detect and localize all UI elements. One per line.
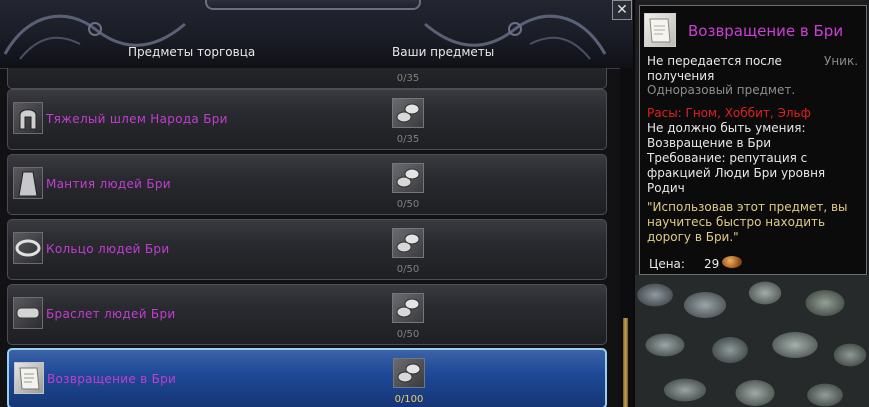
tooltip-title: Возвращение в Бри [688,22,844,40]
scroll-icon [14,362,44,394]
item-name: Тяжелый шлем Народа Бри [46,112,228,126]
list-item[interactable]: Браслет людей Бри 0/50 [7,284,607,345]
item-name: Браслет людей Бри [46,307,176,321]
scroll-icon [644,13,676,47]
tooltip-single-use: Одноразовый предмет. [647,83,796,97]
coin-token-icon[interactable] [392,98,424,128]
tooltip-description: "Использовав этот предмет, вы научитесь … [647,200,848,244]
cost-count: 0/50 [396,329,420,340]
scrollbar[interactable] [620,68,633,407]
cloak-icon [13,167,43,199]
stone-wall-background [635,275,869,407]
window-title: Обмен [205,0,421,10]
list-item[interactable]: Кольцо людей Бри 0/50 [7,219,607,280]
bracelet-icon [13,297,43,329]
coin-token-icon[interactable] [392,163,424,193]
tooltip-price-label: Цена: [649,257,685,271]
list-item[interactable]: Мантия людей Бри 0/50 [7,154,607,215]
vendor-item-list: 0/35 Тяжелый шлем Народа Бри 0/35 Мантия… [0,68,620,407]
coin-token-icon[interactable] [392,228,424,258]
vendor-window: Обмен Предметы торговца Ваши предметы ✕ … [0,0,633,407]
list-item-partial[interactable]: 0/35 [7,68,607,89]
window-header-frame: Обмен Предметы торговца Ваши предметы [0,0,633,69]
list-item-selected[interactable]: Возвращение в Бри 0/100 [7,348,607,407]
coin-token-icon[interactable] [392,293,424,323]
tooltip-price-value: 29 [704,257,720,271]
cost-count: 0/100 [394,394,424,405]
item-tooltip: Возвращение в Бри Не передается после по… [639,5,867,275]
list-item[interactable]: Тяжелый шлем Народа Бри 0/35 [7,89,607,150]
cost-count: 0/50 [396,264,420,275]
tooltip-requirements: Не должно быть умения: Возвращение в Бри… [647,121,826,195]
item-name: Возвращение в Бри [47,372,177,386]
vendor-items-header: Предметы торговца [128,45,256,59]
cost-count: 0/35 [396,73,420,84]
ring-icon [13,232,43,264]
item-name: Мантия людей Бри [46,177,171,191]
tooltip-bind-info: Не передается после получения [647,54,782,83]
tooltip-races: Расы: Гном, Хоббит, Эльф [647,106,811,120]
scrollbar-thumb[interactable] [623,318,628,407]
cost-count: 0/35 [396,134,420,145]
coin-token-icon[interactable] [393,358,425,388]
item-name: Кольцо людей Бри [46,242,170,256]
helmet-icon [13,102,43,134]
your-items-header: Ваши предметы [392,45,495,59]
cost-count: 0/50 [396,199,420,210]
tooltip-unique: Уник. [824,54,859,68]
close-button[interactable]: ✕ [612,0,632,20]
copper-coin-icon [722,256,742,268]
